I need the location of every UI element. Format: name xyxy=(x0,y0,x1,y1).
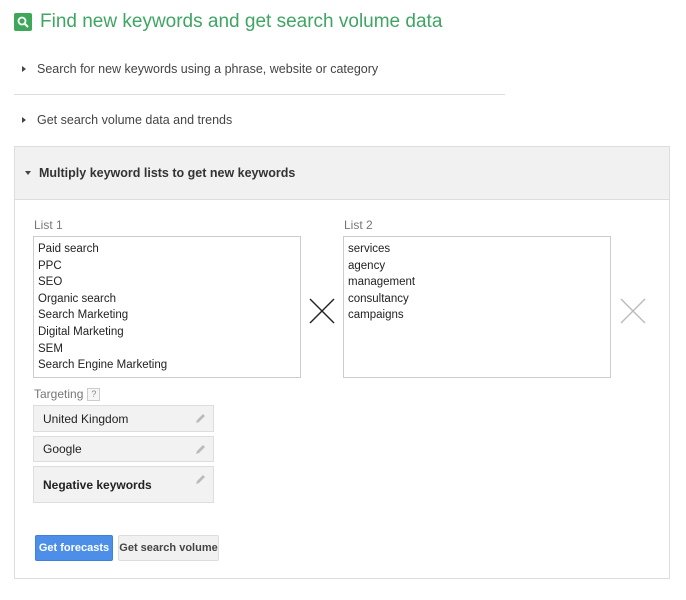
targeting-value: Negative keywords xyxy=(43,477,152,492)
keyword-line: consultancy xyxy=(348,292,409,305)
get-forecasts-button[interactable]: Get forecasts xyxy=(35,535,113,561)
edit-pencil-icon[interactable] xyxy=(195,444,206,455)
keyword-line: SEO xyxy=(38,276,63,289)
keyword-line: management xyxy=(348,276,416,289)
targeting-label: Targeting? xyxy=(34,387,101,402)
page-header: Find new keywords and get search volume … xyxy=(14,11,442,33)
keyword-line: Search Engine Marketing xyxy=(38,359,168,372)
edit-pencil-icon[interactable] xyxy=(195,413,206,424)
section-search-volume[interactable]: Get search volume data and trends xyxy=(22,113,232,127)
keyword-line: agency xyxy=(348,259,386,272)
multiply-icon xyxy=(309,298,335,324)
targeting-value: United Kingdom xyxy=(43,411,129,426)
targeting-negative-keywords[interactable]: Negative keywords xyxy=(33,466,214,503)
get-search-volume-button[interactable]: Get search volume xyxy=(118,535,219,561)
list2-label: List 2 xyxy=(344,218,373,232)
keyword-line: Organic search xyxy=(38,292,116,305)
keyword-line: Digital Marketing xyxy=(38,325,124,338)
edit-pencil-icon[interactable] xyxy=(195,474,206,485)
page-title: Find new keywords and get search volume … xyxy=(40,11,443,32)
expand-arrow-icon xyxy=(22,66,26,72)
keyword-line: services xyxy=(348,243,391,255)
search-icon xyxy=(14,13,32,31)
keyword-line: campaigns xyxy=(348,309,404,322)
keyword-line: Search Marketing xyxy=(38,309,129,322)
list1-label: List 1 xyxy=(34,218,63,232)
section-multiply-keywords[interactable]: Multiply keyword lists to get new keywor… xyxy=(15,147,669,200)
targeting-value: Google xyxy=(43,442,82,456)
targeting-label-text: Targeting xyxy=(34,387,84,401)
expand-arrow-icon xyxy=(22,117,26,123)
add-list-icon[interactable] xyxy=(620,298,646,324)
section-label: Search for new keywords using a phrase, … xyxy=(37,62,379,76)
keyword-line: PPC xyxy=(38,259,62,272)
help-icon[interactable]: ? xyxy=(87,388,101,402)
divider xyxy=(14,94,505,95)
section-label: Get search volume data and trends xyxy=(37,113,233,127)
collapse-arrow-icon xyxy=(25,171,31,175)
targeting-network[interactable]: Google xyxy=(33,436,214,462)
targeting-location[interactable]: United Kingdom xyxy=(33,405,214,432)
keyword-line: SEM xyxy=(38,342,63,355)
section-label: Multiply keyword lists to get new keywor… xyxy=(39,166,296,180)
list2-textarea[interactable]: services agency management consultancy campa… xyxy=(343,236,611,378)
keyword-line: Paid search xyxy=(38,243,99,255)
list1-textarea[interactable]: Paid search PPC SEO Organic search Search Ma… xyxy=(33,236,301,378)
section-search-new-keywords[interactable]: Search for new keywords using a phrase, … xyxy=(22,62,378,76)
